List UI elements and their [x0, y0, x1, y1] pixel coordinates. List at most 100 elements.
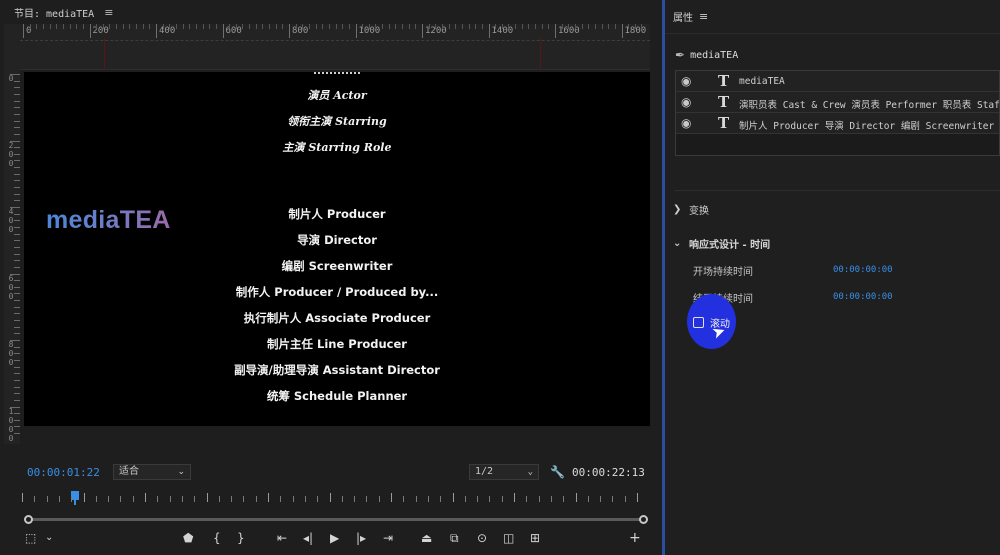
panel-title[interactable]: 属性: [673, 9, 693, 24]
ruler-minor-tick: [255, 24, 257, 29]
ruler-tick: [14, 213, 20, 215]
play-icon[interactable]: ▶: [330, 531, 339, 545]
ruler-tick: [14, 266, 20, 268]
step-back-icon[interactable]: ◂|: [303, 531, 313, 545]
ruler-tick: [14, 306, 20, 308]
panel-title[interactable]: 节目: mediaTEA: [14, 5, 94, 20]
outro-duration-value[interactable]: 00:00:00:00: [833, 292, 893, 302]
ruler-minor-tick: [395, 24, 397, 29]
panel-header: 属性 ≡: [665, 0, 1000, 34]
scrubber-tick: [403, 496, 405, 502]
credit-line: 导演 Director: [297, 233, 377, 247]
marker-icon[interactable]: ⬟: [183, 531, 193, 545]
ruler-minor-tick: [169, 24, 171, 29]
safe-margins-icon[interactable]: ⬚: [25, 531, 36, 545]
extract-icon[interactable]: ⧉: [450, 531, 459, 545]
roll-checkbox[interactable]: [693, 317, 704, 328]
lift-icon[interactable]: ⏏: [421, 531, 432, 545]
ruler-minor-tick: [468, 24, 470, 29]
credit-line: 领衔主演 Starring: [287, 115, 387, 128]
ruler-tick: [10, 74, 20, 75]
ruler-major-tick: [222, 24, 224, 38]
ruler-minor-tick: [215, 24, 217, 29]
ruler-minor-tick: [282, 24, 284, 29]
ruler-minor-tick: [601, 24, 603, 29]
scrubber-tick: [243, 496, 245, 502]
zoom-scroll-bar[interactable]: [24, 515, 648, 524]
chevron-down-icon: ⌄: [673, 237, 682, 249]
ruler-label: 0: [8, 74, 14, 83]
layer-row[interactable]: ◉ T 演职员表 Cast & Crew 演员表 Performer 职员表 S…: [676, 92, 1000, 113]
panel-menu-icon[interactable]: ≡: [104, 6, 113, 19]
ruler-minor-tick: [348, 24, 350, 29]
ruler-tick: [14, 173, 20, 175]
ruler-minor-tick: [29, 24, 31, 29]
horizontal-ruler: 0 200 400 600 800 1000 1200 1400 1600 1800: [20, 24, 650, 70]
scrubber-tick: [120, 496, 122, 502]
zoom-handle-left[interactable]: [24, 515, 33, 524]
layer-text: 演职员表 Cast & Crew 演员表 Performer 职员表 Staff…: [739, 100, 1000, 111]
ruler-tick: [14, 333, 20, 335]
scrubber-tick: [95, 496, 97, 502]
ruler-tick: [14, 233, 20, 235]
layer-row[interactable]: ◉ T 制片人 Producer 导演 Director 编剧 Screenwr…: [676, 113, 999, 134]
ruler-tick: [10, 140, 20, 142]
scrubber-tick: [526, 496, 528, 502]
go-to-in-icon[interactable]: ⇤: [277, 531, 287, 545]
layer-row[interactable]: ◉ T mediaTEA: [676, 71, 999, 92]
ruler-tick: [14, 93, 20, 95]
scrubber-tick: [304, 496, 306, 502]
scrubber-tick: [575, 493, 577, 502]
scrubber-tick: [231, 496, 233, 502]
multi-camera-icon[interactable]: ⊞: [530, 531, 540, 545]
settings-wrench-icon[interactable]: 🔧: [550, 465, 565, 479]
ruler-major-tick: [555, 24, 556, 38]
zoom-scroll-track[interactable]: [29, 518, 643, 521]
scrubber-tick: [514, 493, 515, 502]
intro-duration-value[interactable]: 00:00:00:00: [833, 265, 893, 275]
scrubber-tick: [255, 496, 257, 502]
ruler-minor-tick: [242, 24, 244, 29]
ruler-major-tick: [23, 24, 24, 38]
out-point-icon[interactable]: }: [237, 531, 245, 545]
ruler-tick: [14, 240, 20, 242]
ruler-minor-tick: [335, 24, 337, 29]
in-point-icon[interactable]: {: [213, 531, 221, 545]
ruler-minor-tick: [96, 24, 98, 29]
ruler-minor-tick: [209, 24, 211, 29]
step-forward-icon[interactable]: |▸: [356, 531, 366, 545]
timeline-scrubber[interactable]: [20, 488, 644, 506]
ruler-minor-tick: [109, 24, 111, 29]
ruler-minor-tick: [548, 24, 550, 29]
comparison-view-icon[interactable]: ◫: [503, 531, 514, 545]
text-layer-icon: T: [718, 114, 730, 132]
eye-icon[interactable]: ◉: [681, 116, 691, 130]
playhead-stem: [74, 500, 77, 505]
go-to-out-icon[interactable]: ⇥: [383, 531, 393, 545]
video-preview[interactable]: mediaTEA 演员 Actor 领衔主演 Starring 主演 Starr…: [24, 72, 650, 426]
playback-resolution-dropdown[interactable]: 1/2 ⌄: [469, 464, 539, 480]
panel-menu-icon[interactable]: ≡: [699, 10, 708, 23]
chevron-right-icon: ❯: [673, 203, 682, 215]
chevron-down-icon[interactable]: ⌄: [45, 531, 53, 545]
scrubber-tick: [206, 493, 208, 502]
transform-section-header[interactable]: ❯ 变换: [673, 201, 709, 217]
ruler-tick: [14, 379, 20, 381]
current-timecode[interactable]: 00:00:01:22: [27, 466, 100, 479]
scrubber-tick: [464, 496, 466, 502]
eye-icon[interactable]: ◉: [681, 95, 691, 109]
zoom-level-dropdown[interactable]: 适合 ⌄: [113, 464, 191, 480]
ruler-tick: [14, 107, 20, 109]
zoom-handle-right[interactable]: [639, 515, 648, 524]
ruler-minor-tick: [521, 24, 523, 29]
ruler-minor-tick: [641, 24, 643, 29]
ruler-minor-tick: [122, 24, 124, 29]
eye-icon[interactable]: ◉: [681, 74, 691, 88]
playhead[interactable]: [71, 491, 80, 500]
ruler-tick: [14, 226, 20, 228]
scrubber-tick: [218, 496, 220, 502]
export-frame-icon[interactable]: ⊙: [477, 531, 487, 545]
responsive-design-time-header[interactable]: ⌄ 响应式设计 - 时间: [673, 235, 770, 251]
ruler-minor-tick: [229, 24, 231, 29]
add-button-icon[interactable]: +: [629, 531, 641, 545]
